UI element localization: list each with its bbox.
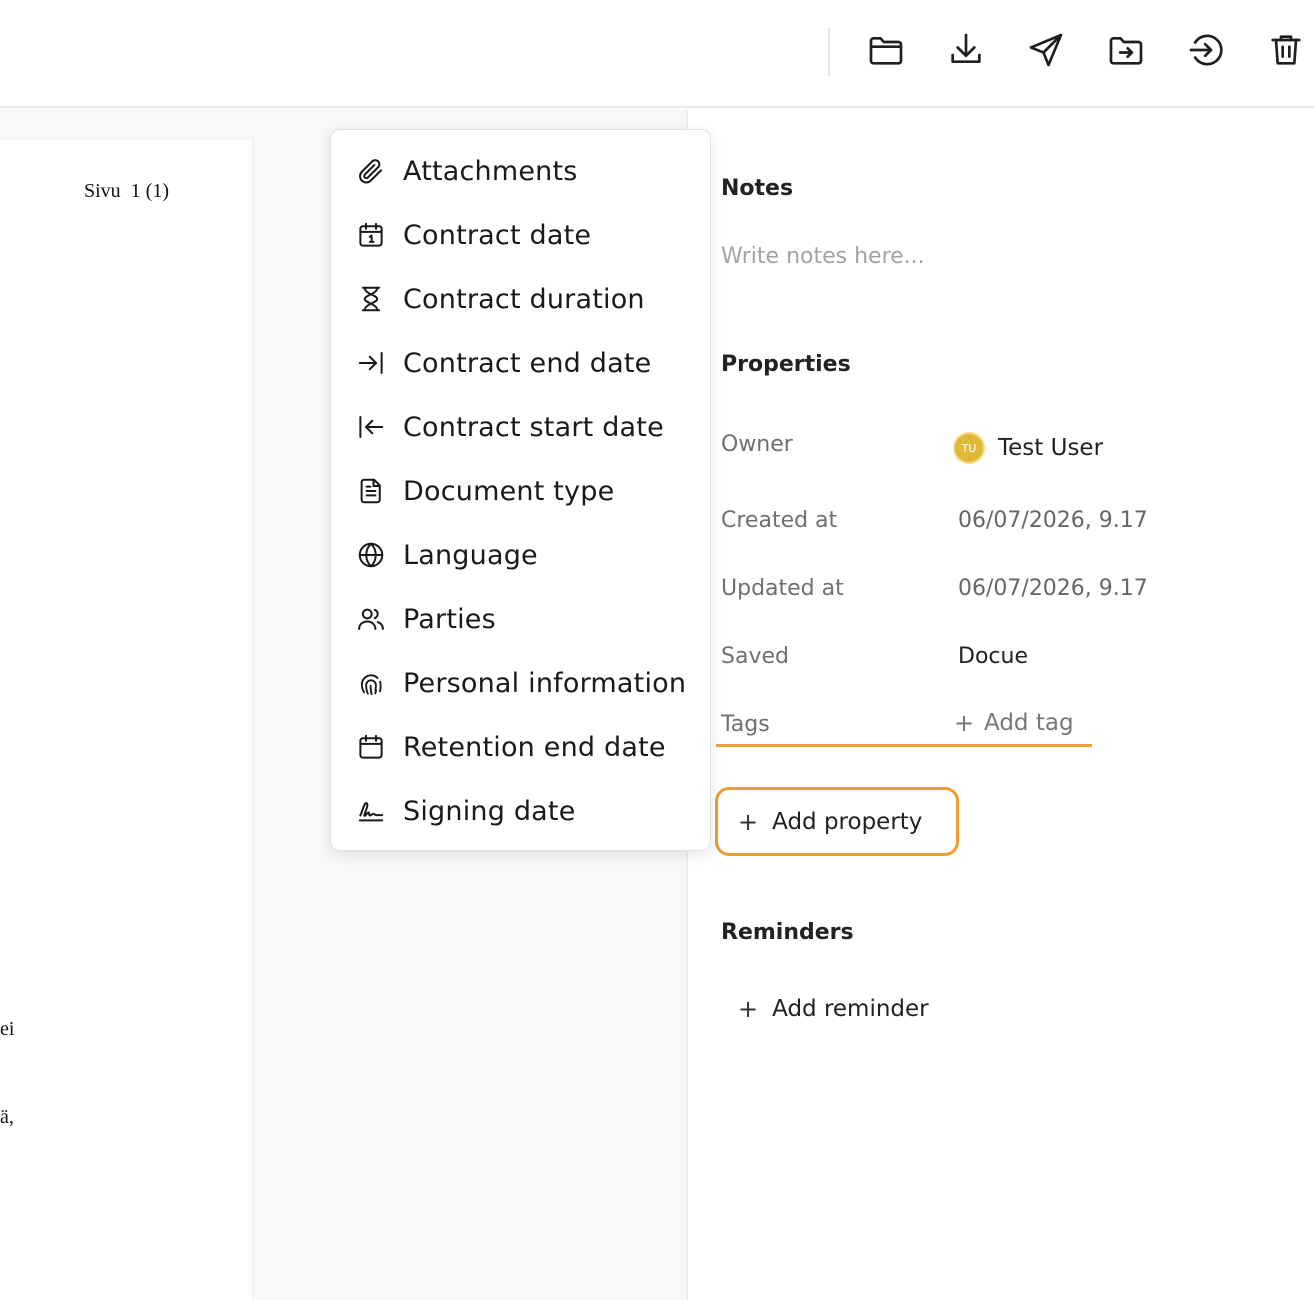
menu-item-label: Signing date — [403, 795, 576, 827]
users-icon — [355, 603, 387, 635]
owner-name: Test User — [998, 435, 1104, 461]
properties-title: Properties — [721, 352, 851, 377]
menu-item-label: Retention end date — [403, 731, 666, 763]
add-reminder-label: Add reminder — [772, 996, 929, 1022]
globe-icon — [355, 539, 387, 571]
plus-icon: + — [954, 709, 975, 737]
reminders-title: Reminders — [721, 920, 854, 945]
download-button[interactable] — [944, 30, 988, 74]
menu-item-label: Personal information — [403, 667, 687, 699]
notes-title: Notes — [721, 176, 794, 201]
created-at-label: Created at — [721, 508, 838, 533]
updated-at-label: Updated at — [721, 576, 844, 601]
document-text-fragment: ä, — [0, 1106, 14, 1128]
sign-in-icon — [1186, 30, 1226, 74]
document-page: Sivu 1 (1) ei ä, — [0, 140, 252, 1300]
notes-input[interactable] — [721, 238, 1281, 274]
menu-item-parties[interactable]: Parties — [331, 591, 712, 647]
paperclip-icon — [355, 155, 387, 187]
menu-item-label: Contract date — [403, 219, 592, 251]
menu-item-language[interactable]: Language — [331, 527, 712, 583]
move-to-folder-button[interactable] — [1104, 30, 1148, 74]
updated-at-value: 06/07/2026, 9.17 — [958, 576, 1148, 601]
tags-focus-underline — [716, 744, 1092, 747]
owner-value[interactable]: TU Test User — [953, 432, 1103, 464]
page-number-header: Sivu 1 (1) — [84, 180, 169, 202]
arrow-right-to-line-icon — [355, 347, 387, 379]
trash-icon — [1266, 30, 1306, 74]
tags-label: Tags — [721, 712, 770, 737]
download-icon — [946, 30, 986, 74]
add-tag-button[interactable]: + Add tag — [954, 709, 1074, 737]
calendar-date-icon — [355, 219, 387, 251]
file-text-icon — [355, 475, 387, 507]
menu-item-retention-end-date[interactable]: Retention end date — [331, 719, 712, 775]
add-property-menu: Attachments Contract date Contract durat… — [330, 129, 711, 851]
menu-item-label: Language — [403, 539, 538, 571]
fingerprint-icon — [355, 667, 387, 699]
details-panel: Notes Properties Owner TU Test User Crea… — [690, 110, 1314, 1300]
arrow-left-from-line-icon — [355, 411, 387, 443]
menu-item-signing-date[interactable]: Signing date — [331, 783, 712, 839]
folder-icon — [866, 30, 906, 74]
created-at-value: 06/07/2026, 9.17 — [958, 508, 1148, 533]
top-toolbar — [0, 0, 1314, 108]
add-reminder-button[interactable]: + Add reminder — [738, 995, 929, 1023]
menu-item-label: Contract end date — [403, 347, 652, 379]
toolbar-separator — [828, 28, 830, 76]
plus-icon: + — [738, 995, 759, 1023]
plus-icon: + — [738, 807, 759, 836]
calendar-icon — [355, 731, 387, 763]
menu-item-personal-information[interactable]: Personal information — [331, 655, 712, 711]
menu-item-label: Document type — [403, 475, 615, 507]
send-icon — [1026, 30, 1066, 74]
menu-item-label: Attachments — [403, 155, 578, 187]
avatar: TU — [953, 432, 985, 464]
menu-item-contract-end-date[interactable]: Contract end date — [331, 335, 712, 391]
menu-item-label: Parties — [403, 603, 496, 635]
open-folder-button[interactable] — [864, 30, 908, 74]
menu-item-label: Contract duration — [403, 283, 645, 315]
menu-item-document-type[interactable]: Document type — [331, 463, 712, 519]
move-to-folder-icon — [1106, 30, 1146, 74]
menu-item-attachments[interactable]: Attachments — [331, 143, 712, 199]
menu-item-contract-start-date[interactable]: Contract start date — [331, 399, 712, 455]
saved-value: Docue — [958, 644, 1028, 669]
delete-button[interactable] — [1264, 30, 1308, 74]
saved-label: Saved — [721, 644, 789, 669]
hourglass-icon — [355, 283, 387, 315]
menu-item-contract-date[interactable]: Contract date — [331, 207, 712, 263]
menu-item-label: Contract start date — [403, 411, 664, 443]
add-tag-label: Add tag — [984, 710, 1074, 736]
document-text-fragment: ei — [0, 1018, 15, 1040]
menu-item-contract-duration[interactable]: Contract duration — [331, 271, 712, 327]
sign-in-button[interactable] — [1184, 30, 1228, 74]
add-property-button[interactable]: + Add property — [715, 787, 959, 856]
add-property-label: Add property — [772, 808, 923, 835]
signature-icon — [355, 795, 387, 827]
owner-label: Owner — [721, 432, 793, 457]
send-button[interactable] — [1024, 30, 1068, 74]
